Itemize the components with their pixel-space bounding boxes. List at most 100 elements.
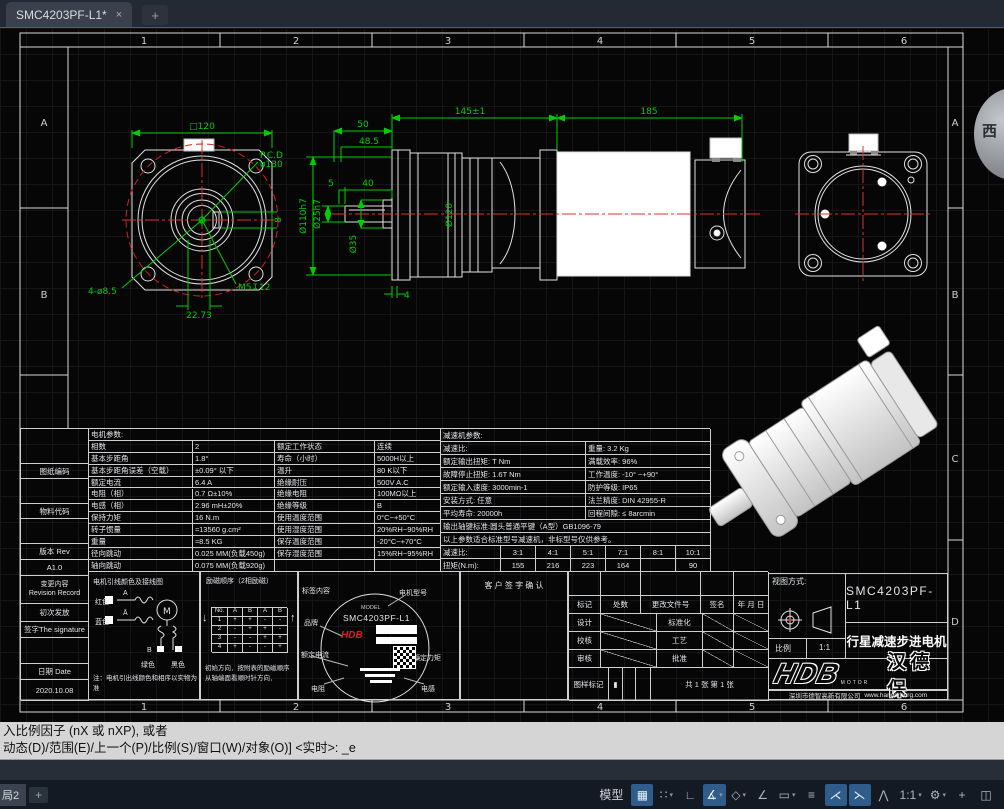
motor-spec-table-cell: 2 [193, 441, 275, 453]
chevron-down-icon[interactable]: ▾ [669, 791, 673, 799]
svg-text:1: 1 [141, 36, 147, 47]
reducer-spec-table-cell: 输出轴键标准:圆头普通平键（A型）GB1096-79 [441, 520, 711, 533]
revision-panel-cell: 图纸编码 [21, 464, 89, 479]
excitation-table-cell: 2 [212, 626, 228, 635]
motor-spec-table: 电机参数:相数2额定工作状态连续基本步距角1.8°寿命（小时）5000H以上基本… [88, 428, 440, 571]
revision-panel-cell: 物料代码 [21, 504, 89, 519]
revision-panel-cell: 初次发放 [21, 604, 89, 622]
svg-text:A: A [41, 118, 48, 129]
model-space-button[interactable]: 模型 [599, 786, 623, 803]
customer-signature-title: 客 户 签 字 确 认 [461, 580, 567, 591]
svg-text:5: 5 [749, 36, 755, 47]
annotation-scale-value-icon: 1:1 [900, 788, 917, 802]
new-drawing-tab-button[interactable]: + [142, 5, 168, 25]
excitation-note: 初始方向．按附表的励磁顺序从轴端面看顺时针方向． [205, 664, 295, 684]
excitation-table-cell: - [258, 644, 273, 653]
motor-spec-table-cell: 额定电流 [89, 477, 193, 489]
close-icon[interactable]: × [116, 9, 122, 21]
motor-spec-table-cell: 电阻（相） [89, 489, 193, 501]
title-model: SMC4203PF-L1 [846, 584, 947, 612]
motor-spec-table-cell: 转子惯量 [89, 524, 193, 536]
workspace-gear-button[interactable]: ⚙▾ [927, 784, 949, 806]
lineweight-toggle-icon: ≡ [808, 788, 815, 802]
excitation-table-cell: - [243, 635, 258, 644]
excitation-table-cell: - [273, 626, 288, 635]
file-tab-bar: SMC4203PF-L1* × + [0, 0, 1004, 28]
reducer-spec-table-cell: 平均寿命: 20000h [441, 507, 586, 520]
motor-spec-table-cell: 额定工作状态 [275, 441, 375, 453]
chevron-down-icon[interactable]: ▾ [792, 791, 796, 799]
svg-text:D: D [951, 617, 959, 628]
motor-spec-table-cell: 绝缘电阻 [275, 489, 375, 501]
chevron-down-icon[interactable]: ▾ [743, 791, 747, 799]
svg-text:6: 6 [901, 702, 907, 713]
layout-tab[interactable]: 局2 [0, 784, 26, 806]
annotation-scale-value-button[interactable]: 1:1▾ [897, 784, 925, 806]
ortho-toggle-button[interactable]: ∟ [679, 784, 701, 806]
svg-text:A: A [952, 118, 959, 129]
label-model-text: SMC4203PF-L1 [343, 613, 410, 623]
object-snap-tracking-toggle-button[interactable]: ∠ [752, 784, 774, 806]
reducer-spec-table-cell: 额定输入速度: 3000min-1 [441, 481, 586, 494]
scale-value-cell: 1:1 [806, 638, 846, 659]
motor-spec-table-cell: 重量 [89, 536, 193, 548]
motor-spec-table-cell: 使用温度范围 [275, 512, 375, 524]
motor-spec-table-cell: 0.7 Ω±10% [193, 489, 275, 501]
lineweight-toggle-button[interactable]: ≡ [801, 784, 823, 806]
model-caption: MODEL [361, 605, 381, 611]
approval-table-cell: 设计 [569, 614, 601, 632]
annotation-scale-icon-icon: ⋀ [879, 788, 889, 802]
motor-spec-table-cell: ≈13560 g.cm² [193, 524, 275, 536]
motor-spec-table-cell: 连续 [375, 441, 441, 453]
drawing-canvas[interactable]: 12 34 56 12 34 56 AB AB CD [0, 28, 1004, 722]
motor-spec-table-cell: B [375, 500, 441, 512]
approval-table-cell [636, 668, 651, 701]
motor-spec-table-cell: 保存湿度范围 [275, 548, 375, 560]
annotation-autoscale-toggle-button[interactable]: ⋋ [849, 784, 871, 806]
rated-torque-label: 额定力矩 [413, 653, 441, 663]
object-snap-toggle-button[interactable]: ▭▾ [776, 784, 799, 806]
motor-spec-table-cell: 绝缘等级 [275, 500, 375, 512]
isodraft-toggle-button[interactable]: ◇▾ [728, 784, 750, 806]
motor-spec-table-cell: 基本步距角 [89, 453, 193, 465]
snap-mode-toggle-button[interactable]: ∷▾ [655, 784, 677, 806]
approval-table-cell: 标记 [569, 596, 601, 614]
chevron-down-icon[interactable]: ▾ [719, 791, 723, 799]
excitation-table-cell: B [243, 608, 258, 617]
excitation-table-cell: + [243, 626, 258, 635]
autocad-window: SMC4203PF-L1* × + [0, 0, 1004, 809]
reducer-spec-table-cell: 8:1 [641, 546, 676, 559]
crosshair-clean-screen-button[interactable]: + [951, 784, 973, 806]
label-title: 标签内容 [302, 586, 330, 596]
annotation-visibility-toggle-button[interactable]: ⋌ [825, 784, 847, 806]
command-line[interactable]: 入比例因子 (nX 或 nXP), 或者 动态(D)/范围(E)/上一个(P)/… [0, 722, 1004, 760]
approval-table-cell: 审核 [569, 650, 601, 668]
object-snap-tracking-toggle-icon: ∠ [757, 788, 768, 802]
svg-text:8: 8 [274, 217, 284, 223]
viewcube-west-label[interactable]: 西 [982, 120, 997, 141]
command-gap [0, 760, 1004, 780]
reducer-spec-table-cell: 防护等级: IP65 [586, 481, 711, 494]
chevron-down-icon[interactable]: ▾ [942, 791, 946, 799]
motor-spec-table-cell: 径向跳动 [89, 548, 193, 560]
svg-text:2: 2 [293, 36, 299, 47]
annotation-scale-icon-button[interactable]: ⋀ [873, 784, 895, 806]
excitation-table-cell: + [273, 635, 288, 644]
layout-add-tab-button[interactable]: + [29, 787, 48, 803]
revision-panel-cell: 变更内容 Revision Record [21, 576, 89, 604]
excitation-table-cell: + [258, 635, 273, 644]
chevron-down-icon[interactable]: ▾ [918, 791, 922, 799]
motor-spec-table-cell: 0.075 MM(负载920g) [193, 560, 275, 572]
reducer-spec-table-cell: 回程间隙: ≤ 8arcmin [586, 507, 711, 520]
motor-spec-table-cell: 6.4 A [193, 477, 275, 489]
grid-toggle-icon: ▦ [637, 788, 648, 802]
approval-table-cell [601, 650, 657, 668]
drawing-tab[interactable]: SMC4203PF-L1* × [6, 2, 132, 27]
polar-tracking-toggle-button[interactable]: ∡▾ [703, 784, 725, 806]
excitation-sequence-box: 励磁顺序（2相励磁） ↓ ↑ 初始方向．按附表的励磁顺序从轴端面看顺时针方向． … [200, 571, 298, 700]
grid-toggle-button[interactable]: ▦ [631, 784, 653, 806]
isolate-objects-button[interactable]: ◫ [975, 784, 997, 806]
reducer-spec-table-cell: 10:1 [676, 546, 711, 559]
motor-spec-table-cell: 5000H以上 [375, 453, 441, 465]
motor-spec-table-cell: 20%RH~90%RH [375, 524, 441, 536]
